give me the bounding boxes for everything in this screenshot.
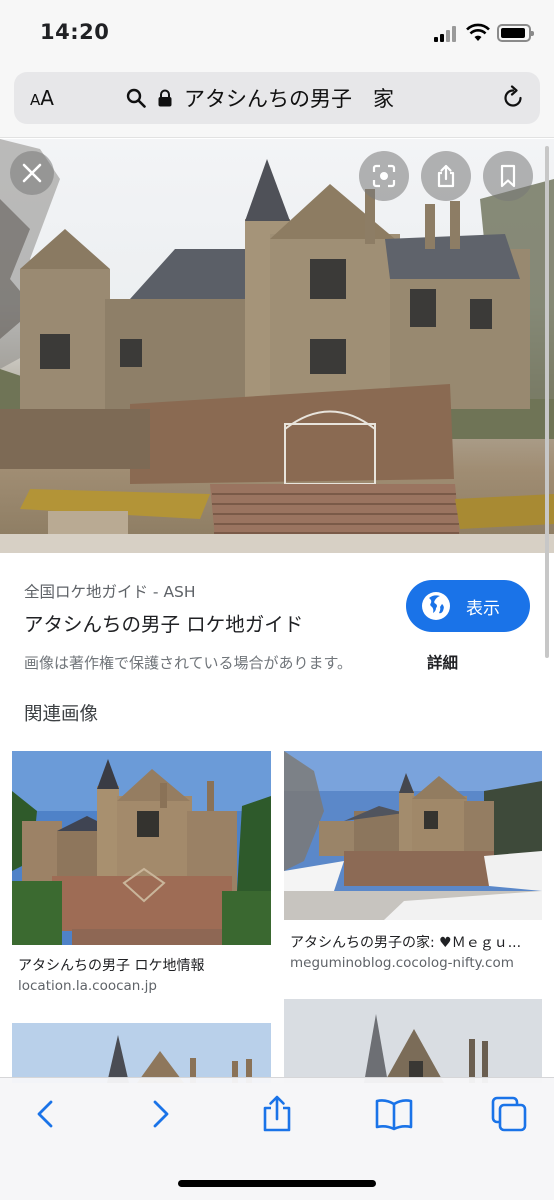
status-bar: 14:20 [0, 0, 554, 62]
related-images-heading: 関連画像 [24, 704, 99, 725]
back-icon[interactable] [26, 1094, 66, 1134]
share-icon[interactable] [257, 1094, 297, 1134]
castle-thumbnail-3 [12, 1023, 271, 1083]
reload-icon[interactable] [500, 85, 526, 111]
related-image-2[interactable] [284, 751, 542, 920]
tabs-icon[interactable] [489, 1094, 529, 1134]
lock-icon [158, 89, 172, 107]
bookmark-icon [500, 164, 516, 188]
related-image-4[interactable] [284, 999, 542, 1083]
scrollbar[interactable] [545, 146, 549, 658]
text-size-button[interactable]: AA [30, 86, 54, 110]
address-bar[interactable]: AA アタシんちの男子 家 [14, 72, 540, 124]
share-icon [437, 164, 455, 188]
close-icon [22, 163, 42, 183]
visit-button[interactable]: 表示 [406, 580, 530, 632]
castle-photo [0, 139, 554, 553]
search-icon [126, 88, 146, 108]
related-image-1[interactable] [12, 751, 271, 945]
related-caption-1[interactable]: アタシんちの男子 ロケ地情報 [18, 955, 204, 975]
details-link[interactable]: 詳細 [427, 651, 458, 673]
home-indicator[interactable] [178, 1180, 376, 1187]
bookmark-button[interactable] [483, 151, 533, 201]
related-domain-2: meguminoblog.cocolog-nifty.com [290, 955, 514, 971]
globe-icon [422, 592, 450, 620]
result-title[interactable]: アタシんちの男子 ロケ地ガイド [24, 608, 303, 637]
close-button[interactable] [10, 151, 54, 195]
related-caption-2[interactable]: アタシんちの男子の家: ♥Ｍｅｇｕ... [290, 932, 521, 952]
battery-icon [497, 24, 534, 42]
lens-icon [372, 164, 396, 188]
browser-address-area: AA アタシんちの男子 家 [0, 62, 554, 138]
text-size-small-a: A [30, 91, 41, 109]
url-text[interactable]: アタシんちの男子 家 [184, 83, 394, 113]
castle-thumbnail-2 [284, 751, 542, 920]
related-domain-1: location.la.coocan.jp [18, 978, 157, 994]
text-size-large-a: A [40, 86, 54, 110]
castle-thumbnail-4 [284, 999, 542, 1083]
castle-thumbnail-1 [12, 751, 271, 945]
cellular-signal-icon [434, 26, 460, 42]
result-source[interactable]: 全国ロケ地ガイド - ASH [24, 580, 196, 602]
copyright-note: 画像は著作権で保護されている場合があります。 [24, 654, 353, 672]
status-time: 14:20 [40, 20, 110, 44]
related-image-3[interactable] [12, 1023, 271, 1083]
result-image[interactable] [0, 139, 554, 553]
visit-label: 表示 [466, 599, 500, 619]
lens-button[interactable] [359, 151, 409, 201]
bookmarks-icon[interactable] [374, 1094, 414, 1134]
wifi-icon [466, 23, 490, 41]
share-image-button[interactable] [421, 151, 471, 201]
forward-icon[interactable] [140, 1094, 180, 1134]
